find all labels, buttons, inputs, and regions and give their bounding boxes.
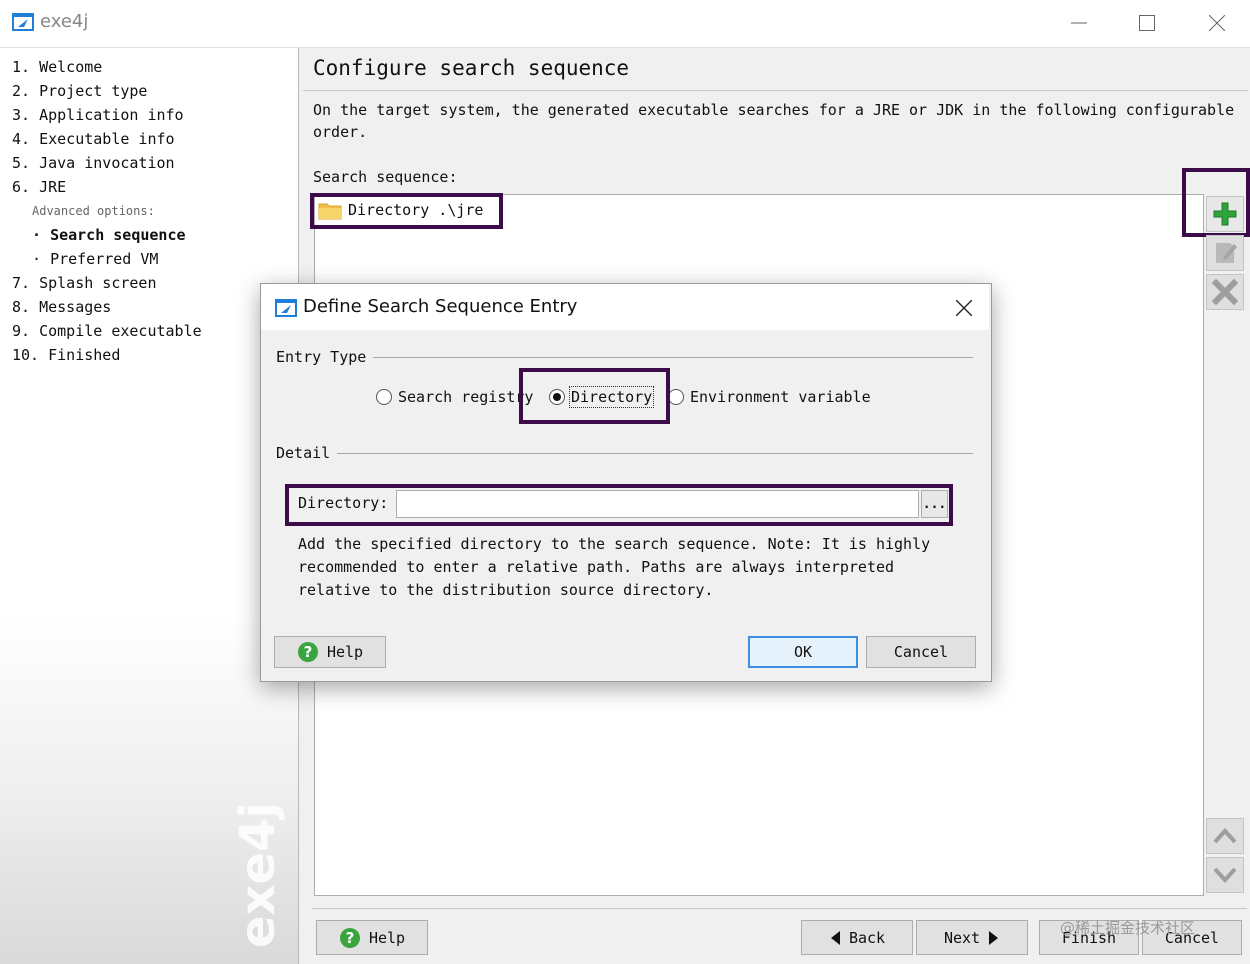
remove-entry-button[interactable] — [1206, 274, 1244, 310]
maximize-icon — [1139, 15, 1155, 31]
step-splash-screen[interactable]: 7. Splash screen — [12, 273, 157, 293]
maximize-button[interactable] — [1124, 6, 1170, 40]
step-finished[interactable]: 10. Finished — [12, 345, 120, 365]
add-button-highlight-box — [1182, 168, 1250, 237]
step-welcome[interactable]: 1. Welcome — [12, 57, 102, 77]
help-button-label: Help — [368, 928, 406, 947]
step-search-sequence[interactable]: · Search sequence — [32, 225, 186, 245]
step-messages[interactable]: 8. Messages — [12, 297, 111, 317]
entry-type-label: Entry Type — [276, 348, 367, 366]
directory-option-highlight-box — [519, 368, 670, 424]
entry-highlight-box — [310, 193, 503, 229]
back-arrow-icon — [830, 930, 840, 945]
radio-button-unchecked — [376, 389, 392, 405]
next-button-label: Next — [943, 928, 981, 947]
step-preferred-vm[interactable]: · Preferred VM — [32, 249, 158, 269]
dialog-title: Define Search Sequence Entry — [303, 296, 578, 317]
help-icon: ? — [297, 642, 318, 662]
page-description: On the target system, the generated exec… — [313, 101, 1235, 141]
next-button[interactable]: Next — [916, 920, 1028, 955]
step-java-invocation[interactable]: 5. Java invocation — [12, 153, 175, 173]
next-arrow-icon — [989, 930, 999, 945]
back-button-label: Back — [848, 928, 886, 947]
detail-label: Detail — [276, 444, 331, 462]
chevron-up-icon — [1213, 828, 1237, 844]
svg-text:?: ? — [346, 929, 355, 947]
radio-button-unchecked — [668, 389, 684, 405]
define-search-sequence-dialog — [260, 283, 992, 682]
minimize-button[interactable] — [1056, 6, 1102, 40]
move-up-button[interactable] — [1206, 818, 1244, 854]
radio-label: Search registry — [398, 388, 534, 406]
edit-icon — [1216, 243, 1237, 263]
dialog-cancel-button[interactable]: Cancel — [866, 636, 976, 668]
step-application-info[interactable]: 3. Application info — [12, 105, 184, 125]
radio-label: Environment variable — [690, 388, 871, 406]
close-icon — [1209, 15, 1225, 31]
window-title: exe4j — [40, 11, 89, 32]
close-icon — [956, 300, 972, 316]
step-jre[interactable]: 6. JRE — [12, 177, 66, 197]
dialog-help-button[interactable]: ? Help — [274, 636, 386, 668]
watermark-text: exe4j — [230, 802, 286, 948]
help-button[interactable]: ? Help — [316, 920, 428, 955]
exe4j-watermark: exe4j — [230, 802, 286, 948]
close-button[interactable] — [1194, 6, 1240, 40]
search-sequence-label: Search sequence: — [313, 168, 458, 186]
title-divider — [303, 90, 1248, 91]
move-down-button[interactable] — [1206, 857, 1244, 893]
radio-environment-variable[interactable]: Environment variable — [668, 388, 871, 406]
edit-entry-button[interactable] — [1206, 235, 1244, 271]
dialog-app-icon — [275, 299, 297, 317]
directory-field-highlight-box — [285, 484, 953, 526]
dialog-cancel-label: Cancel — [893, 643, 949, 661]
step-executable-info[interactable]: 4. Executable info — [12, 129, 175, 149]
dialog-ok-label: OK — [793, 643, 813, 661]
advanced-options-heading: Advanced options: — [32, 204, 155, 218]
minimize-icon — [1071, 22, 1087, 24]
app-icon — [12, 13, 34, 31]
footer-divider — [312, 908, 1247, 909]
dialog-close-button[interactable] — [949, 294, 979, 322]
entry-type-divider — [373, 357, 973, 358]
step-compile-executable[interactable]: 9. Compile executable — [12, 321, 202, 341]
radio-search-registry[interactable]: Search registry — [376, 388, 533, 406]
back-button[interactable]: Back — [801, 920, 913, 955]
dialog-ok-button[interactable]: OK — [748, 636, 858, 668]
detail-divider — [337, 453, 973, 454]
dialog-help-label: Help — [326, 643, 364, 661]
directory-help-text: Add the specified directory to the searc… — [298, 535, 931, 599]
source-watermark: @稀土掘金技术社区 — [1060, 919, 1196, 937]
page-title: Configure search sequence — [313, 56, 630, 80]
step-project-type[interactable]: 2. Project type — [12, 81, 147, 101]
chevron-down-icon — [1213, 867, 1237, 883]
delete-icon — [1212, 279, 1238, 305]
help-icon: ? — [339, 927, 360, 948]
svg-text:?: ? — [304, 643, 313, 661]
